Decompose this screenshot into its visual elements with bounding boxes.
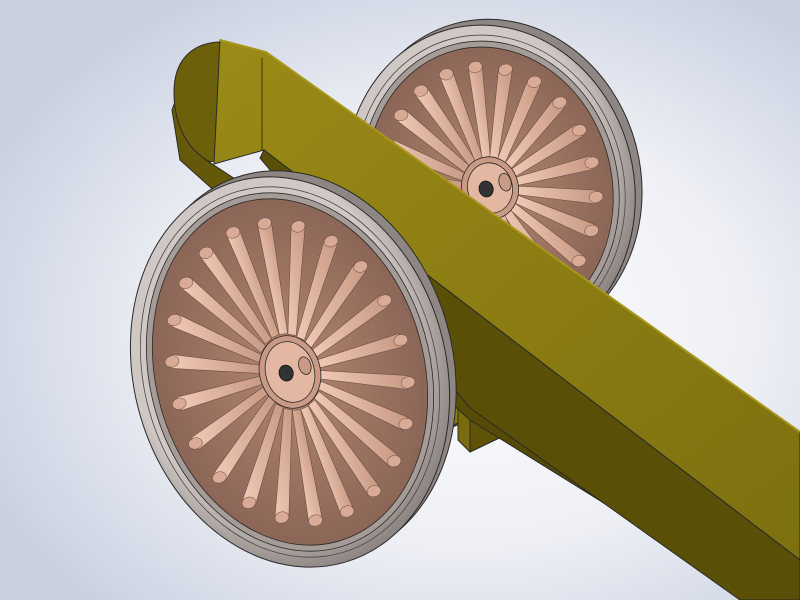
cad-model-render <box>0 0 800 600</box>
cad-viewport[interactable] <box>0 0 800 600</box>
